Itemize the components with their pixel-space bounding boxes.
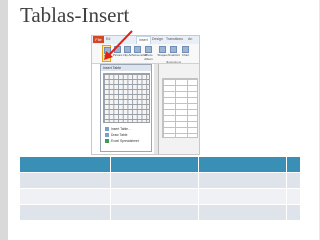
photo-album-button[interactable]: Photo Album [144, 45, 153, 62]
table-cell[interactable] [198, 188, 287, 205]
tab-design[interactable]: Design [152, 36, 163, 43]
inserted-table-preview [162, 78, 198, 138]
table-cell[interactable] [20, 188, 111, 205]
table-cell[interactable] [110, 172, 199, 189]
table-cell[interactable] [198, 204, 287, 220]
slide-accent-bar [0, 0, 8, 240]
excel-icon [105, 139, 109, 143]
table-header-cell[interactable] [20, 157, 111, 173]
table-row [20, 172, 301, 189]
picture-icon [114, 46, 121, 53]
tab-edit[interactable]: Ed [106, 36, 110, 43]
table-size-grid[interactable] [103, 73, 150, 123]
insert-table-menu: Insert Table... Draw Table Excel Spreads… [104, 126, 151, 144]
table-cell[interactable] [20, 172, 111, 189]
slide-table [20, 157, 301, 220]
menu-item-excel-spreadsheet[interactable]: Excel Spreadsheet [104, 138, 151, 144]
table-header-row [20, 157, 301, 173]
tab-animations[interactable]: An [188, 36, 192, 43]
tab-insert[interactable]: Insert [136, 36, 151, 44]
menu-item-excel-spreadsheet-label: Excel Spreadsheet [111, 139, 139, 143]
table-cell[interactable] [20, 204, 111, 220]
smartart-button-label: SmartArt [168, 53, 180, 57]
table-header-cell[interactable] [110, 157, 199, 173]
clipart-button[interactable]: Clip Art [123, 45, 132, 62]
shapes-button-label: Shapes [157, 53, 168, 57]
insert-table-dropdown: Insert Table Insert Table... Draw Table … [100, 64, 152, 152]
tab-file[interactable]: File [93, 36, 104, 43]
table-icon [104, 47, 111, 54]
chart-button[interactable]: Chart [181, 45, 190, 62]
screenshot-icon [134, 46, 141, 53]
draw-table-icon [105, 133, 109, 137]
table-cell[interactable] [286, 204, 301, 220]
ribbon-tabs: File Ed Insert Design Transitions An [92, 36, 199, 44]
menu-item-insert-table-label: Insert Table... [111, 127, 131, 131]
table-cell[interactable] [286, 172, 301, 189]
table-cell[interactable] [286, 188, 301, 205]
insert-table-dropdown-title: Insert Table [101, 65, 151, 71]
table-cell[interactable] [110, 188, 199, 205]
menu-item-draw-table-label: Draw Table [111, 133, 128, 137]
table-header-cell[interactable] [198, 157, 287, 173]
slide-title: Tablas-Insert [20, 3, 130, 27]
insert-table-icon [105, 127, 109, 131]
table-button[interactable]: Table [102, 45, 111, 62]
tab-transitions[interactable]: Transitions [166, 36, 183, 43]
table-row [20, 204, 301, 220]
chart-icon [182, 46, 189, 53]
insert-ribbon: Table Picture Clip Art Screenshot Photo … [92, 44, 199, 64]
clipart-icon [124, 46, 131, 53]
vertical-ruler [154, 64, 159, 154]
photo-album-button-label: Photo Album [144, 53, 153, 61]
chart-button-label: Chart [181, 53, 190, 57]
smartart-icon [170, 46, 177, 53]
table-row [20, 188, 301, 205]
photo-album-icon [145, 46, 152, 53]
shapes-icon [159, 46, 166, 53]
table-header-cell[interactable] [286, 157, 301, 173]
table-cell[interactable] [110, 204, 199, 220]
screenshot-button[interactable]: Screenshot [132, 45, 148, 62]
picture-button[interactable]: Picture [113, 45, 122, 62]
table-cell[interactable] [198, 172, 287, 189]
screenshot-button-label: Screenshot [132, 53, 148, 57]
powerpoint-screenshot: File Ed Insert Design Transitions An Tab… [91, 35, 200, 155]
